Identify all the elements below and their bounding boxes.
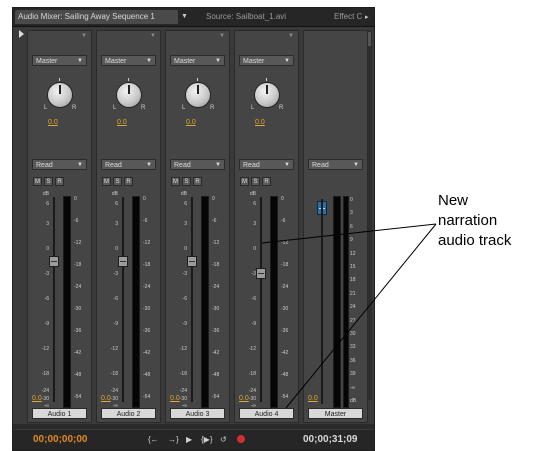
callout-leader-lines [261, 223, 437, 409]
leader-line-to-fader [261, 223, 437, 244]
leader-line-to-track-name [285, 223, 437, 409]
